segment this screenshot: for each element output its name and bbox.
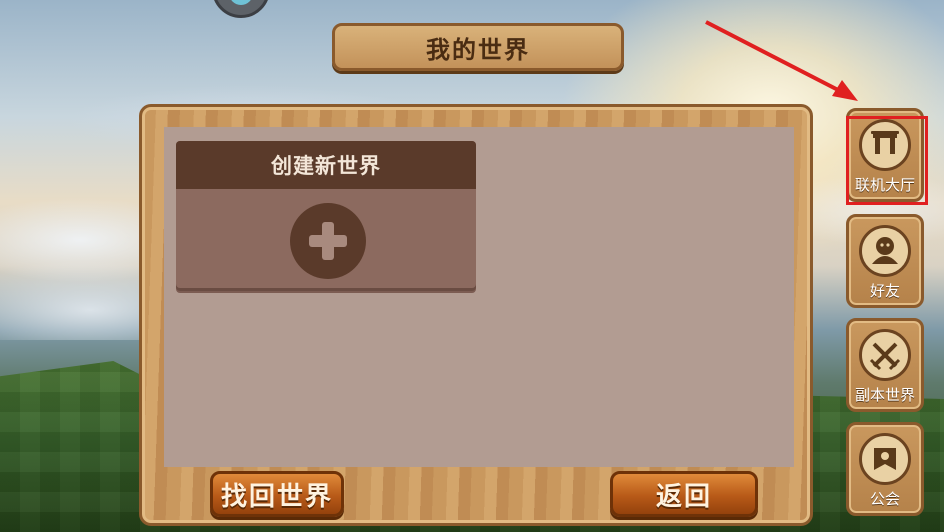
annotation-arrow xyxy=(705,20,858,101)
